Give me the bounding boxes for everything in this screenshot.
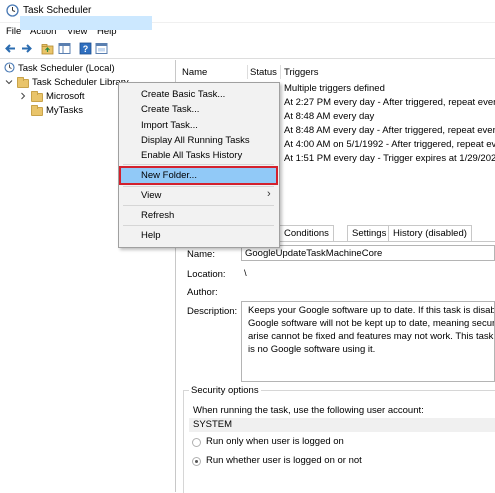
menu-separator bbox=[123, 164, 274, 165]
menu-item-import-task[interactable]: Import Task... bbox=[141, 120, 198, 131]
tab-conditions[interactable]: Conditions bbox=[279, 225, 334, 241]
tab-history[interactable]: History (disabled) bbox=[388, 225, 472, 241]
menu-item-help[interactable]: Help bbox=[141, 230, 161, 241]
description-line: is no Google software using it. bbox=[248, 344, 376, 355]
description-label: Description: bbox=[187, 306, 238, 317]
column-header-status[interactable]: Status bbox=[250, 67, 277, 78]
task-scheduler-icon bbox=[6, 4, 19, 17]
location-label: Location: bbox=[187, 269, 226, 280]
show-hide-tree-icon[interactable] bbox=[58, 42, 71, 55]
radio-run-whether-logged-on[interactable] bbox=[192, 457, 201, 466]
name-label: Name: bbox=[187, 249, 215, 260]
menu-separator bbox=[123, 205, 274, 206]
menu-separator bbox=[123, 186, 274, 187]
task-trigger: At 8:48 AM every day - After triggered, … bbox=[284, 125, 495, 136]
folder-icon bbox=[31, 105, 43, 116]
back-arrow-icon[interactable] bbox=[4, 42, 17, 55]
task-trigger: At 2:27 PM every day - After triggered, … bbox=[284, 97, 495, 108]
description-line: Google software will not be kept up to d… bbox=[248, 318, 495, 329]
library-folder-icon bbox=[17, 77, 29, 88]
description-field[interactable]: Keeps your Google software up to date. I… bbox=[241, 301, 495, 382]
folder-up-icon[interactable] bbox=[41, 42, 54, 55]
account-prompt: When running the task, use the following… bbox=[193, 405, 424, 416]
tree-item-mytasks[interactable]: MyTasks bbox=[46, 105, 83, 116]
name-value: GoogleUpdateTaskMachineCore bbox=[245, 248, 383, 259]
column-header-triggers[interactable]: Triggers bbox=[284, 67, 319, 78]
task-trigger: At 8:48 AM every day bbox=[284, 111, 375, 122]
chevron-right-icon[interactable] bbox=[19, 92, 27, 100]
menu-item-create-task[interactable]: Create Task... bbox=[141, 104, 199, 115]
location-value: \ bbox=[244, 268, 247, 279]
task-scheduler-local-icon bbox=[4, 62, 15, 73]
tree-selection bbox=[20, 16, 152, 30]
toolbar: ? bbox=[0, 40, 495, 59]
description-line: Keeps your Google software up to date. I… bbox=[248, 305, 495, 316]
menu-item-enable-history[interactable]: Enable All Tasks History bbox=[141, 150, 242, 161]
chevron-down-icon[interactable] bbox=[5, 78, 13, 86]
menu-item-display-running[interactable]: Display All Running Tasks bbox=[141, 135, 250, 146]
console-icon[interactable] bbox=[95, 42, 108, 55]
help-icon[interactable]: ? bbox=[79, 42, 92, 55]
column-header-name[interactable]: Name bbox=[182, 67, 207, 78]
option-run-whether-logged-on: Run whether user is logged on or not bbox=[206, 455, 362, 466]
folder-icon bbox=[31, 91, 43, 102]
option-run-only-logged-on: Run only when user is logged on bbox=[206, 436, 344, 447]
new-folder-callout bbox=[119, 166, 278, 185]
task-trigger: Multiple triggers defined bbox=[284, 83, 385, 94]
forward-arrow-icon[interactable] bbox=[20, 42, 33, 55]
tree-item-library[interactable]: Task Scheduler Library bbox=[32, 77, 129, 88]
menu-item-refresh[interactable]: Refresh bbox=[141, 210, 174, 221]
user-account-value: SYSTEM bbox=[193, 419, 233, 430]
task-trigger: At 4:00 AM on 5/1/1992 - After triggered… bbox=[284, 139, 495, 150]
author-label: Author: bbox=[187, 287, 218, 298]
window-title: Task Scheduler bbox=[23, 5, 92, 16]
submenu-arrow-icon: › bbox=[267, 188, 271, 200]
column-separator[interactable] bbox=[247, 65, 248, 79]
menu-separator bbox=[123, 225, 274, 226]
task-trigger: At 1:51 PM every day - Trigger expires a… bbox=[284, 153, 495, 164]
menu-item-view[interactable]: View bbox=[141, 190, 161, 201]
description-line: arise cannot be fixed and features may n… bbox=[248, 331, 495, 342]
radio-run-only-logged-on[interactable] bbox=[192, 438, 201, 447]
svg-text:?: ? bbox=[83, 44, 89, 54]
tree-item-microsoft[interactable]: Microsoft bbox=[46, 91, 85, 102]
menu-item-create-basic-task[interactable]: Create Basic Task... bbox=[141, 89, 225, 100]
column-separator[interactable] bbox=[280, 65, 281, 79]
tab-settings[interactable]: Settings bbox=[347, 225, 392, 241]
tree-root[interactable]: Task Scheduler (Local) bbox=[18, 63, 115, 74]
user-account-field[interactable]: SYSTEM bbox=[189, 418, 495, 432]
context-menu: Create Basic Task... Create Task... Impo… bbox=[118, 82, 280, 248]
security-options-title: Security options bbox=[189, 385, 261, 396]
